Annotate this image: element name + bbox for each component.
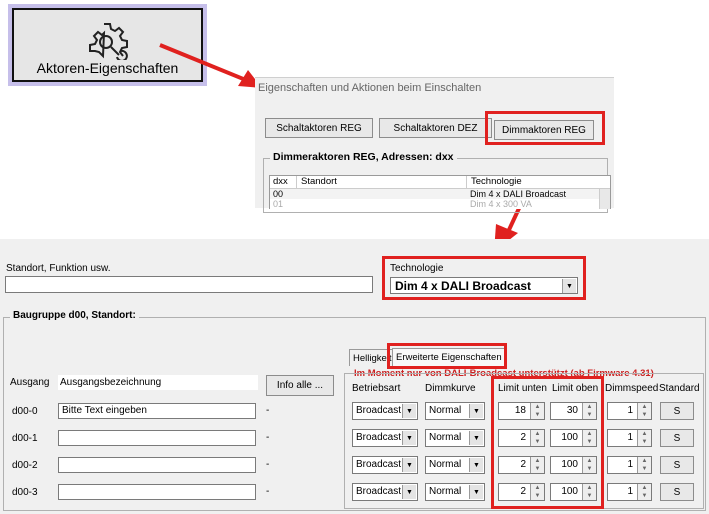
baugruppe-panel: Standort, Funktion usw. Technologie Dim …	[0, 239, 709, 514]
betriebsart-value: Broadcast	[356, 405, 402, 416]
dimmeraktoren-group-title: Dimmeraktoren REG, Adressen: dxx	[270, 151, 457, 163]
dimmspeed-value: 1	[627, 432, 633, 443]
betriebsart-select[interactable]: Broadcast ▼	[352, 483, 418, 501]
list-header-technologie[interactable]: Technologie	[466, 176, 522, 188]
spinner-arrows-icon[interactable]: ▲ ▼	[637, 457, 651, 473]
highlight-erweiterte-tab	[387, 343, 507, 369]
info-value: -	[266, 486, 270, 497]
dimmspeed-spinner[interactable]: 1 ▲ ▼	[607, 483, 652, 501]
standard-button[interactable]: S	[660, 456, 694, 474]
standard-header: Standard	[659, 383, 700, 394]
ausgangsbezeichnung-input[interactable]: Bitte Text eingeben	[58, 403, 256, 419]
chevron-down-icon: ▼	[469, 404, 483, 418]
highlight-technologie	[382, 256, 586, 300]
dimmkurve-select[interactable]: Normal ▼	[425, 483, 485, 501]
eigenschaften-dialog: Eigenschaften und Aktionen beim Einschal…	[255, 77, 614, 213]
spinner-arrows-icon[interactable]: ▲ ▼	[637, 484, 651, 500]
betriebsart-select[interactable]: Broadcast ▼	[352, 402, 418, 420]
betriebsart-value: Broadcast	[356, 432, 402, 443]
betriebsart-select[interactable]: Broadcast ▼	[352, 456, 418, 474]
ausgang-label: d00-3	[12, 487, 38, 498]
list-header-standort[interactable]: Standort	[296, 176, 337, 188]
standard-button[interactable]: S	[660, 483, 694, 501]
ausgang-label: d00-1	[12, 433, 38, 444]
dimmeraktoren-list[interactable]: dxx Standort Technologie 00 Dim 4 x DALI…	[269, 175, 611, 209]
chevron-down-icon: ▼	[402, 485, 416, 499]
dimmspeed-header: Dimmspeed	[605, 383, 659, 394]
chevron-down-icon: ▼	[469, 431, 483, 445]
dimmspeed-spinner[interactable]: 1 ▲ ▼	[607, 402, 652, 420]
betriebsart-value: Broadcast	[356, 459, 402, 470]
dimmkurve-header: Dimmkurve	[425, 383, 476, 394]
standard-button[interactable]: S	[660, 429, 694, 447]
spinner-arrows-icon[interactable]: ▲ ▼	[637, 430, 651, 446]
info-value: -	[266, 405, 270, 416]
dimmkurve-select[interactable]: Normal ▼	[425, 429, 485, 447]
ausgangsbezeichnung-input[interactable]	[58, 484, 256, 500]
chevron-down-icon: ▼	[469, 485, 483, 499]
list-row-technologie: Dim 4 x 300 VA	[470, 199, 532, 209]
highlight-limit-columns	[491, 376, 604, 509]
ausgang-label: d00-2	[12, 460, 38, 471]
dimmspeed-spinner[interactable]: 1 ▲ ▼	[607, 456, 652, 474]
chevron-down-icon: ▼	[469, 458, 483, 472]
dimmspeed-value: 1	[627, 486, 633, 497]
ausgangsbezeichnung-header: Ausgangsbezeichnung	[58, 375, 258, 390]
dimmkurve-value: Normal	[429, 486, 462, 497]
chevron-down-icon: ▼	[402, 404, 416, 418]
ausgangsbezeichnung-input[interactable]	[58, 457, 256, 473]
dimmkurve-value: Normal	[429, 459, 462, 470]
list-row-dxx: 01	[273, 199, 284, 209]
betriebsart-header: Betriebsart	[352, 383, 401, 394]
standort-label: Standort, Funktion usw.	[6, 263, 111, 274]
ausgangsbezeichnung-input[interactable]	[58, 430, 256, 446]
dimmkurve-select[interactable]: Normal ▼	[425, 402, 485, 420]
betriebsart-select[interactable]: Broadcast ▼	[352, 429, 418, 447]
betriebsart-value: Broadcast	[356, 486, 402, 497]
dimmspeed-spinner[interactable]: 1 ▲ ▼	[607, 429, 652, 447]
ausgang-header: Ausgang	[10, 377, 50, 388]
chevron-down-icon: ▼	[402, 431, 416, 445]
chevron-down-icon: ▼	[402, 458, 416, 472]
arrow-to-dialog	[159, 43, 262, 88]
highlight-dimmaktoren-tab	[485, 111, 605, 145]
info-value: -	[266, 459, 270, 470]
dimmspeed-value: 1	[627, 459, 633, 470]
list-scrollbar[interactable]	[599, 189, 610, 209]
tab-schaltaktoren-reg[interactable]: Schaltaktoren REG	[265, 118, 373, 138]
dimmkurve-value: Normal	[429, 432, 462, 443]
list-row-dxx: 00	[273, 189, 284, 199]
spinner-arrows-icon[interactable]: ▲ ▼	[637, 403, 651, 419]
info-value: -	[266, 432, 270, 443]
baugruppe-group-title: Baugruppe d00, Standort:	[10, 310, 139, 321]
tab-schaltaktoren-dez[interactable]: Schaltaktoren DEZ	[379, 118, 492, 138]
dimmspeed-value: 1	[627, 405, 633, 416]
dimmkurve-value: Normal	[429, 405, 462, 416]
standort-input[interactable]	[5, 276, 373, 293]
list-header-dxx[interactable]: dxx	[273, 176, 288, 188]
info-alle-button[interactable]: Info alle ...	[266, 375, 334, 396]
dimmkurve-select[interactable]: Normal ▼	[425, 456, 485, 474]
standard-button[interactable]: S	[660, 402, 694, 420]
dialog-caption: Eigenschaften und Aktionen beim Einschal…	[258, 82, 482, 94]
ausgang-label: d00-0	[12, 406, 38, 417]
list-row-technologie: Dim 4 x DALI Broadcast	[470, 189, 567, 199]
